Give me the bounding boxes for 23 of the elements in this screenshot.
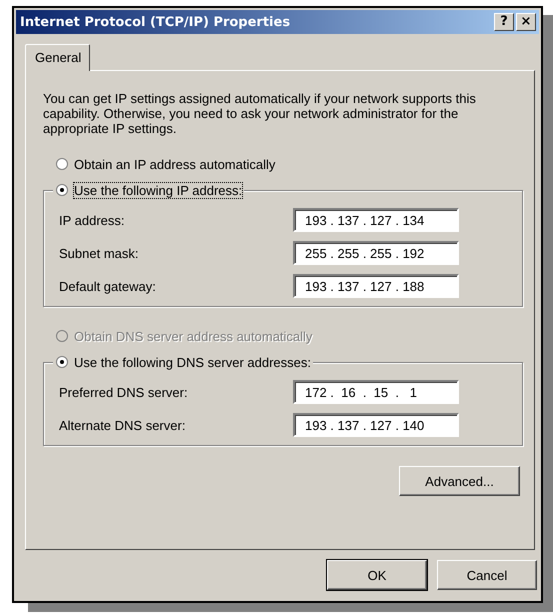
- cancel-button[interactable]: Cancel: [437, 560, 537, 590]
- ip-address-field[interactable]: 193 . 137 . 127 . 140: [293, 413, 459, 437]
- help-button[interactable]: ?: [494, 13, 514, 31]
- advanced-button[interactable]: Advanced...: [399, 466, 520, 496]
- field-label: Alternate DNS server:: [59, 418, 186, 432]
- ok-button[interactable]: OK: [327, 560, 427, 590]
- ip-address-field[interactable]: 193 . 137 . 127 . 188: [293, 274, 459, 298]
- radio-option[interactable]: Obtain an IP address automatically: [43, 151, 520, 177]
- intro-text: You can get IP settings assigned automatically if your network supports this capability. Otherwise, you need to ask your network administrator for the appropriate IP settings.: [43, 91, 477, 136]
- ip-address-field[interactable]: 172 . 16 . 15 . 1: [293, 380, 459, 404]
- field-label: Subnet mask:: [59, 246, 140, 260]
- radio-icon: [56, 330, 68, 342]
- field-label: IP address:: [59, 212, 126, 228]
- window-title: Internet Protocol (TCP/IP) Properties: [20, 14, 292, 30]
- tab[interactable]: General: [25, 44, 90, 71]
- radio-icon: [56, 356, 68, 368]
- close-button[interactable]: ×: [516, 13, 536, 31]
- field-label: Preferred DNS server:: [59, 384, 189, 400]
- ip-address-field[interactable]: 193 . 137 . 127 . 134: [293, 208, 459, 232]
- ip-address-field[interactable]: 255 . 255 . 255 . 192: [293, 241, 459, 265]
- radio-icon: [56, 158, 68, 170]
- radio-icon: [56, 184, 68, 196]
- field-label: Default gateway:: [59, 278, 157, 294]
